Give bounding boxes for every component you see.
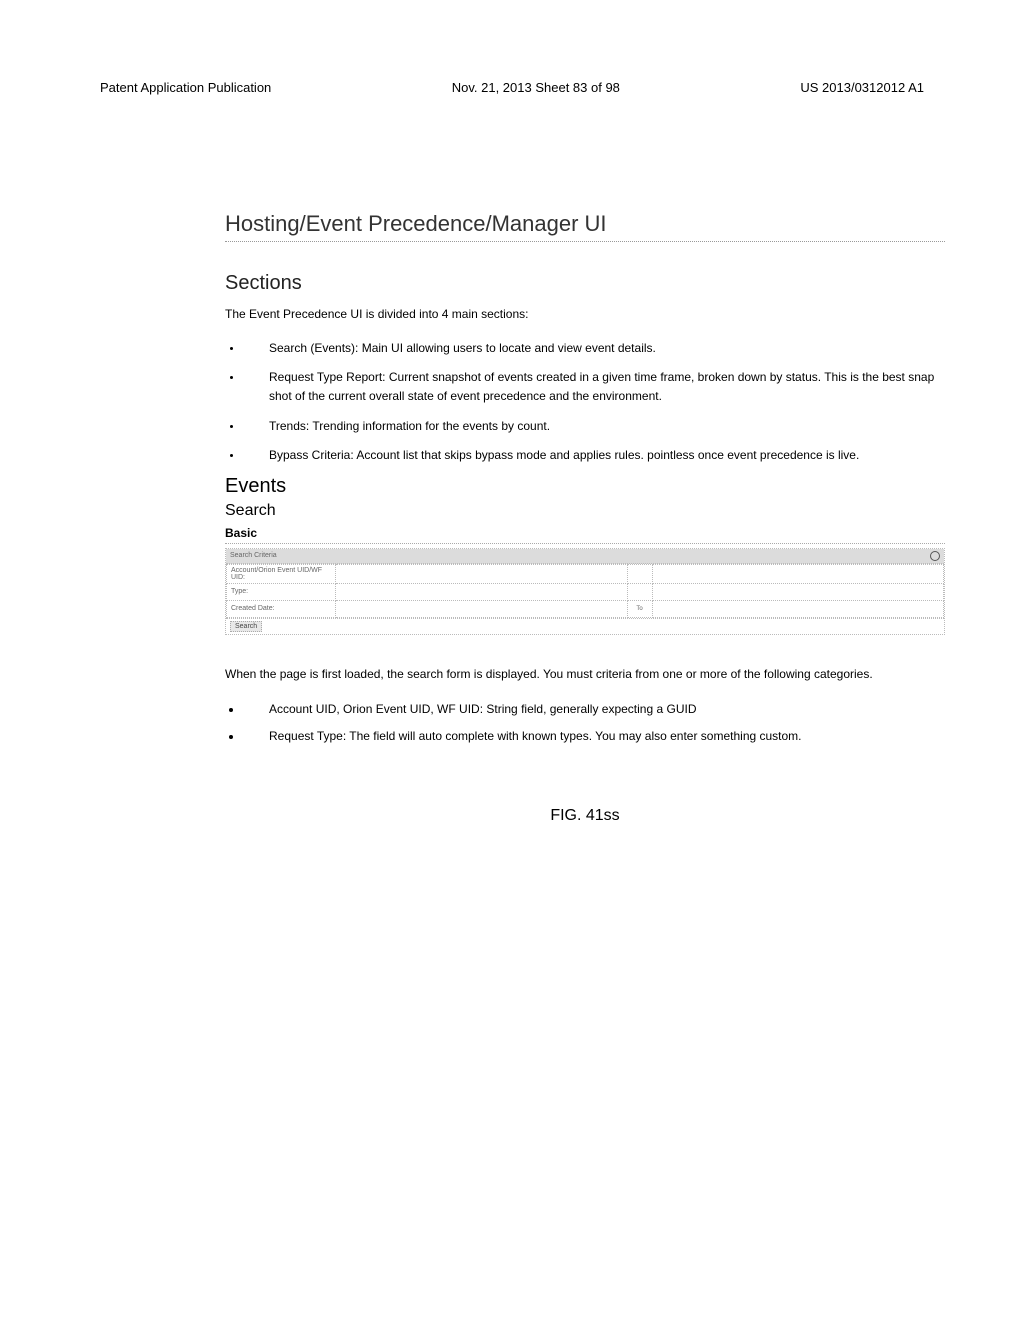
date-label: Created Date:	[227, 600, 336, 617]
list-item: Bypass Criteria: Account list that skips…	[243, 446, 945, 465]
patent-page: Patent Application Publication Nov. 21, …	[0, 0, 1024, 1320]
uid-input[interactable]	[336, 564, 628, 583]
spacer	[627, 564, 652, 583]
uid-label: Account/Orion Event UID/WF UID:	[227, 564, 336, 583]
spacer	[627, 583, 652, 600]
search-panel-body: Account/Orion Event UID/WF UID: Type: Cr…	[226, 564, 944, 618]
content-area: Hosting/Event Precedence/Manager UI Sect…	[225, 211, 945, 825]
search-heading: Search	[225, 502, 945, 520]
list-item: Trends: Trending information for the eve…	[243, 417, 945, 436]
figure-label: FIG. 41ss	[225, 807, 945, 825]
after-text: When the page is first loaded, the searc…	[225, 665, 945, 684]
header-right: US 2013/0312012 A1	[800, 80, 924, 95]
type-label: Type:	[227, 583, 336, 600]
header-left: Patent Application Publication	[100, 80, 271, 95]
type-input[interactable]	[336, 583, 628, 600]
sections-heading: Sections	[225, 272, 945, 295]
search-panel-title: Search Criteria	[230, 552, 277, 559]
gear-icon[interactable]	[930, 551, 940, 561]
list-item: Request Type: The field will auto comple…	[243, 727, 945, 746]
search-button[interactable]: Search	[230, 621, 262, 632]
list-item: Search (Events): Main UI allowing users …	[243, 339, 945, 358]
list-item: Account UID, Orion Event UID, WF UID: St…	[243, 700, 945, 719]
search-panel-header: Search Criteria	[226, 549, 944, 564]
list-item: Request Type Report: Current snapshot of…	[243, 368, 945, 406]
basic-heading: Basic	[225, 526, 945, 544]
page-title: Hosting/Event Precedence/Manager UI	[225, 211, 945, 242]
events-heading: Events	[225, 475, 945, 498]
sections-list: Search (Events): Main UI allowing users …	[225, 339, 945, 465]
page-header: Patent Application Publication Nov. 21, …	[100, 80, 924, 101]
sections-intro: The Event Precedence UI is divided into …	[225, 307, 945, 321]
uid-input-2[interactable]	[652, 564, 944, 583]
search-panel-footer: Search	[226, 618, 944, 634]
to-label: To	[627, 600, 652, 617]
header-mid: Nov. 21, 2013 Sheet 83 of 98	[452, 80, 620, 95]
search-criteria-panel: Search Criteria Account/Orion Event UID/…	[225, 548, 945, 635]
date-to-input[interactable]	[652, 600, 944, 617]
after-list: Account UID, Orion Event UID, WF UID: St…	[225, 700, 945, 746]
type-input-2[interactable]	[652, 583, 944, 600]
date-from-input[interactable]	[336, 600, 628, 617]
